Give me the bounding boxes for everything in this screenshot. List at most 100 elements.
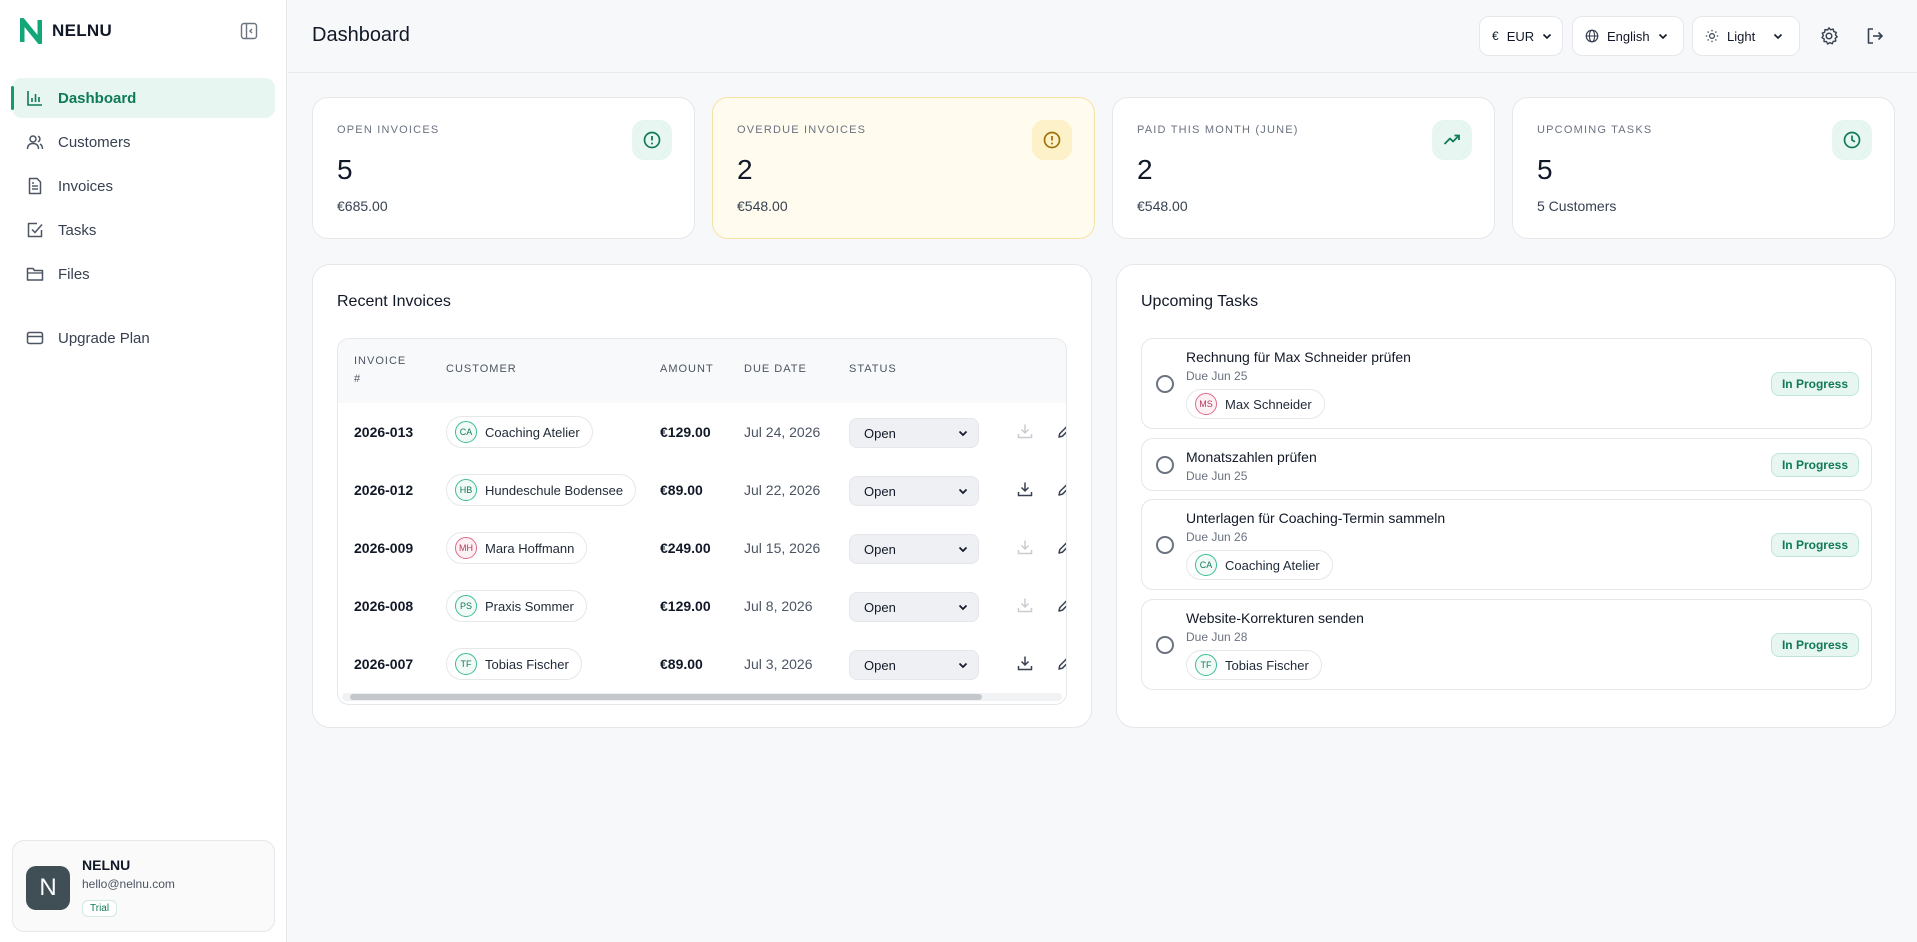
task-checkbox[interactable] — [1156, 456, 1174, 474]
brand-name: NELNU — [52, 21, 113, 40]
status-value: Open — [864, 599, 896, 615]
customer-name: Praxis Sommer — [485, 598, 574, 614]
user-card[interactable]: N NELNU hello@nelnu.com Trial — [12, 840, 275, 932]
task-checkbox[interactable] — [1156, 636, 1174, 654]
sidebar-item-dashboard[interactable]: Dashboard — [11, 78, 275, 118]
status-value: Open — [864, 425, 896, 441]
customer-chip[interactable]: TF Tobias Fischer — [446, 648, 582, 680]
scrollbar-thumb[interactable] — [350, 694, 982, 700]
sidebar-item-label: Invoices — [58, 177, 114, 195]
task-item[interactable]: Website-Korrekturen senden Due Jun 28 TF… — [1141, 599, 1872, 690]
currency-select[interactable]: € EUR — [1479, 16, 1563, 56]
sidebar-item-label: Tasks — [58, 221, 97, 239]
edit-icon[interactable] — [1056, 596, 1066, 614]
chevron-down-icon — [1658, 31, 1668, 41]
table-row[interactable]: 2026-007 TF Tobias Fischer €89.00 Jul 3,… — [338, 635, 1066, 693]
download-icon[interactable] — [1016, 538, 1034, 556]
table-row[interactable]: 2026-013 CA Coaching Atelier €129.00 Jul… — [338, 403, 1066, 461]
task-due: Due Jun 25 — [1186, 369, 1248, 383]
folder-icon — [26, 265, 44, 283]
stat-card-upcoming-tasks[interactable]: UPCOMING TASKS 5 5 Customers — [1512, 97, 1895, 239]
stat-value: 2 — [1137, 154, 1153, 185]
col-customer: CUSTOMER — [446, 363, 517, 375]
panel-title: Upcoming Tasks — [1141, 293, 1259, 310]
logout-icon[interactable] — [1865, 26, 1885, 46]
brand[interactable]: NELNU — [20, 18, 112, 44]
gear-icon[interactable] — [1819, 26, 1839, 46]
task-item[interactable]: Rechnung für Max Schneider prüfen Due Ju… — [1141, 338, 1872, 429]
sidebar-item-upgrade-plan[interactable]: Upgrade Plan — [12, 318, 275, 358]
table-row[interactable]: 2026-008 PS Praxis Sommer €129.00 Jul 8,… — [338, 577, 1066, 635]
invoice-due-date: Jul 8, 2026 — [744, 598, 813, 614]
customer-name: Mara Hoffmann — [485, 540, 575, 556]
download-icon[interactable] — [1016, 654, 1034, 672]
customer-chip[interactable]: MH Mara Hoffmann — [446, 532, 588, 564]
sidebar-collapse-icon[interactable] — [240, 22, 260, 42]
table-row[interactable]: 2026-009 MH Mara Hoffmann €249.00 Jul 15… — [338, 519, 1066, 577]
customer-chip[interactable]: HB Hundeschule Bodensee — [446, 474, 637, 506]
chevron-down-icon — [958, 428, 968, 438]
status-badge: In Progress — [1770, 372, 1859, 396]
download-icon[interactable] — [1016, 596, 1034, 614]
stat-sub: 5 Customers — [1537, 198, 1617, 214]
status-select[interactable]: Open — [849, 592, 979, 622]
stat-label: OPEN INVOICES — [337, 124, 440, 136]
status-select[interactable]: Open — [849, 476, 979, 506]
edit-icon[interactable] — [1056, 480, 1066, 498]
task-due: Due Jun 26 — [1186, 530, 1248, 544]
stat-card-open-invoices[interactable]: OPEN INVOICES 5 €685.00 — [312, 97, 695, 239]
stat-card-overdue-invoices[interactable]: OVERDUE INVOICES 2 €548.00 — [712, 97, 1095, 239]
sidebar-item-customers[interactable]: Customers — [12, 122, 275, 162]
customer-chip[interactable]: PS Praxis Sommer — [446, 590, 587, 622]
task-checkbox[interactable] — [1156, 536, 1174, 554]
status-value: Open — [864, 657, 896, 673]
edit-icon[interactable] — [1056, 538, 1066, 556]
invoice-due-date: Jul 22, 2026 — [744, 482, 821, 498]
task-item[interactable]: Monatszahlen prüfen Due Jun 25 In Progre… — [1141, 438, 1872, 491]
task-due: Due Jun 28 — [1186, 630, 1248, 644]
edit-icon[interactable] — [1056, 422, 1066, 440]
stat-label: PAID THIS MONTH (JUNE) — [1137, 124, 1299, 136]
check-square-icon — [26, 221, 44, 239]
task-item[interactable]: Unterlagen für Coaching-Termin sammeln D… — [1141, 499, 1872, 590]
language-select[interactable]: English — [1572, 16, 1684, 56]
upcoming-tasks-panel: Upcoming Tasks Rechnung für Max Schneide… — [1116, 264, 1896, 728]
customer-chip[interactable]: CA Coaching Atelier — [1186, 550, 1333, 580]
horizontal-scrollbar[interactable] — [342, 693, 1062, 701]
chevron-down-icon — [1773, 31, 1783, 41]
stat-value: 5 — [337, 154, 353, 185]
task-title: Unterlagen für Coaching-Termin sammeln — [1186, 510, 1446, 526]
customer-name: Coaching Atelier — [1225, 557, 1320, 573]
stat-label: OVERDUE INVOICES — [737, 124, 867, 136]
sidebar-item-tasks[interactable]: Tasks — [12, 210, 275, 250]
invoice-amount: €129.00 — [660, 598, 711, 614]
sidebar-item-invoices[interactable]: Invoices — [12, 166, 275, 206]
sidebar-nav: Dashboard Customers Invoices Tasks Files… — [11, 78, 275, 362]
globe-icon — [1585, 29, 1599, 43]
sidebar-item-files[interactable]: Files — [12, 254, 275, 294]
table-row[interactable]: 2026-012 HB Hundeschule Bodensee €89.00 … — [338, 461, 1066, 519]
download-icon[interactable] — [1016, 422, 1034, 440]
sidebar: NELNU Dashboard Customers Invoices Tasks… — [0, 0, 287, 942]
status-value: Open — [864, 541, 896, 557]
invoice-amount: €129.00 — [660, 424, 711, 440]
status-badge: In Progress — [1770, 633, 1859, 657]
download-icon[interactable] — [1016, 480, 1034, 498]
customer-name: Hundeschule Bodensee — [485, 482, 624, 498]
theme-select[interactable]: Light — [1692, 16, 1800, 56]
customer-chip[interactable]: MS Max Schneider — [1186, 389, 1325, 419]
sidebar-item-label: Dashboard — [58, 89, 137, 107]
customer-chip[interactable]: TF Tobias Fischer — [1186, 650, 1322, 680]
edit-icon[interactable] — [1056, 654, 1066, 672]
status-select[interactable]: Open — [849, 534, 979, 564]
alert-circle-icon — [1032, 120, 1072, 160]
customer-chip[interactable]: CA Coaching Atelier — [446, 416, 593, 448]
status-select[interactable]: Open — [849, 418, 979, 448]
stat-card-paid-this-month[interactable]: PAID THIS MONTH (JUNE) 2 €548.00 — [1112, 97, 1495, 239]
invoice-number: 2026-008 — [354, 598, 414, 614]
status-select[interactable]: Open — [849, 650, 979, 680]
task-title: Rechnung für Max Schneider prüfen — [1186, 349, 1411, 365]
invoice-number: 2026-012 — [354, 482, 414, 498]
task-checkbox[interactable] — [1156, 375, 1174, 393]
table-header: INVOICE # CUSTOMER AMOUNT DUE DATE STATU… — [338, 339, 1066, 403]
